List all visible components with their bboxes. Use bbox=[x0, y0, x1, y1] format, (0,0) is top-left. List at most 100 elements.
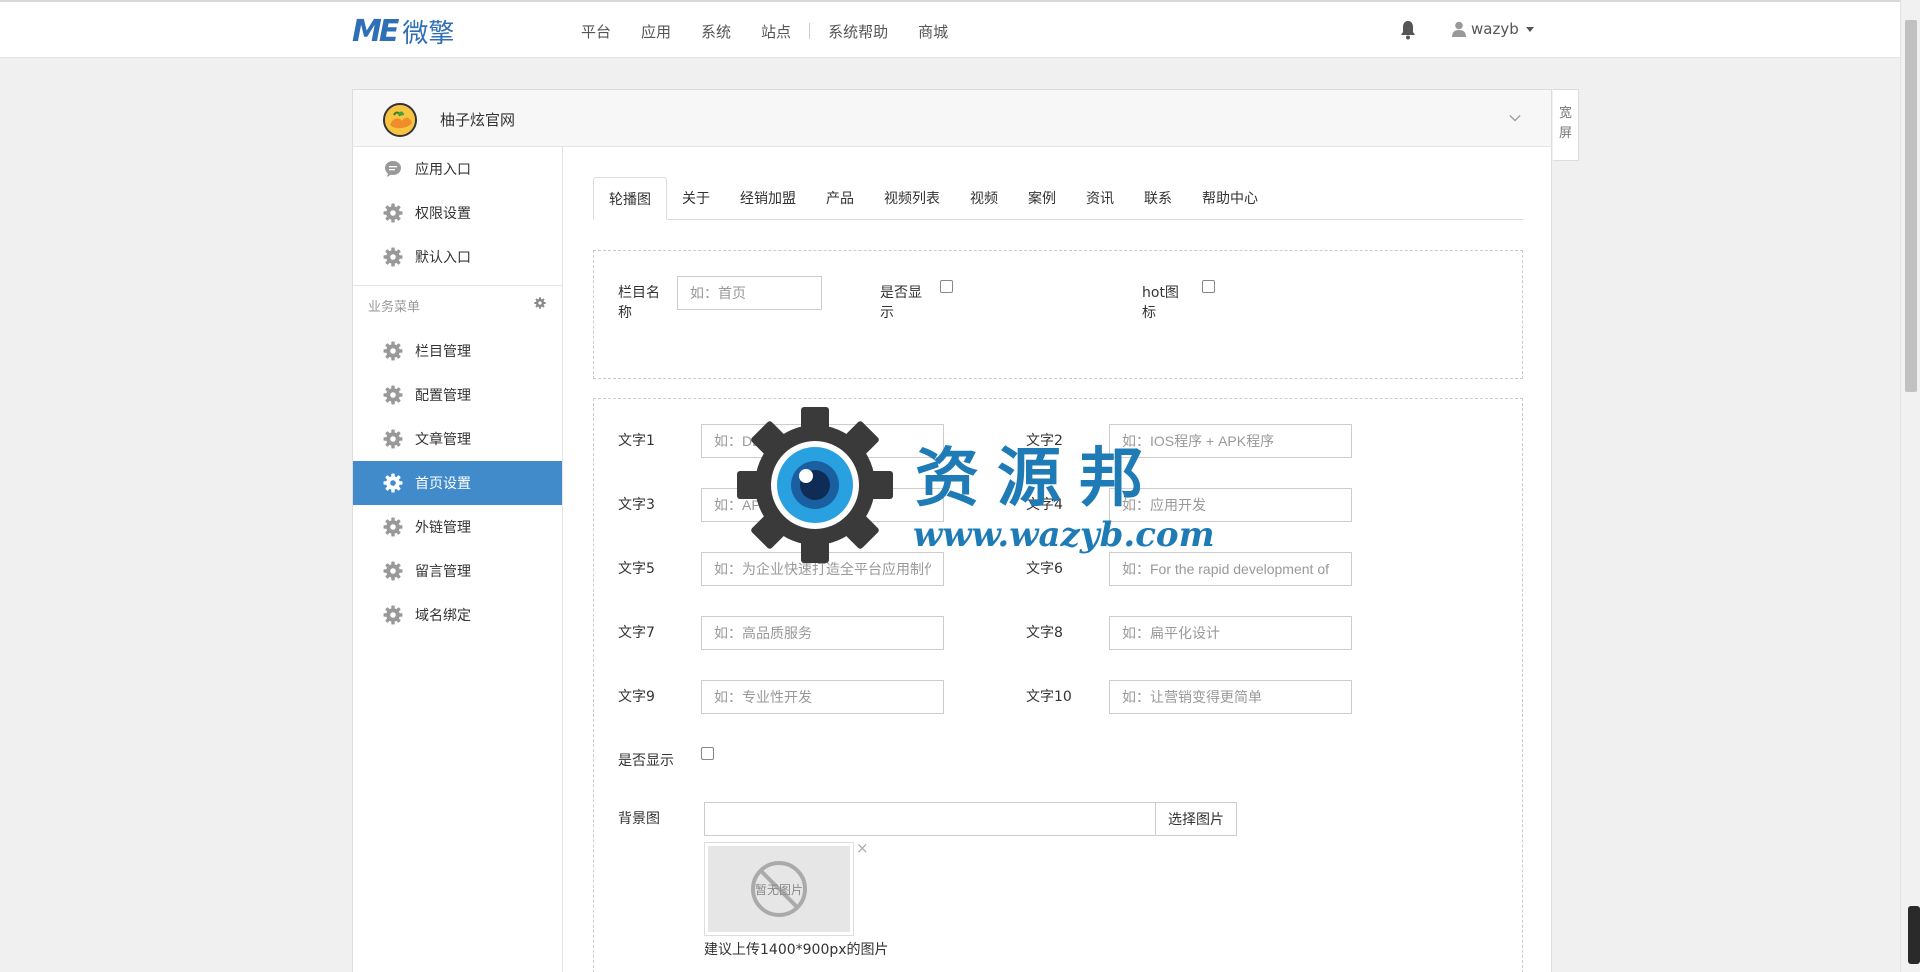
tab-video-list[interactable]: 视频列表 bbox=[869, 176, 955, 219]
text9-input[interactable] bbox=[701, 680, 944, 714]
nav-link-site[interactable]: 站点 bbox=[761, 21, 791, 42]
no-image-text: 暂无图片 bbox=[754, 882, 803, 897]
text3-input[interactable] bbox=[701, 488, 944, 522]
sidebar-item-link-manage[interactable]: 外链管理 bbox=[353, 505, 562, 549]
text2-label: 文字2 bbox=[1026, 433, 1063, 449]
sidebar-item-label: 留言管理 bbox=[415, 564, 471, 580]
sidebar-item-article-manage[interactable]: 文章管理 bbox=[353, 417, 562, 461]
user-icon bbox=[1452, 21, 1466, 37]
site-name: 柚子炫官网 bbox=[440, 111, 516, 129]
sidebar-item-label: 栏目管理 bbox=[415, 344, 471, 360]
text1-label: 文字1 bbox=[618, 433, 655, 449]
tab-help-center[interactable]: 帮助中心 bbox=[1187, 176, 1273, 219]
select-image-button[interactable]: 选择图片 bbox=[1155, 802, 1237, 836]
sidebar-item-homepage-settings[interactable]: 首页设置 bbox=[353, 461, 562, 505]
tab-news[interactable]: 资讯 bbox=[1071, 176, 1129, 219]
text10-input[interactable] bbox=[1109, 680, 1352, 714]
sidebar-item-default-entry[interactable]: 默认入口 bbox=[353, 235, 562, 279]
text6-input[interactable] bbox=[1109, 552, 1352, 586]
text7-input[interactable] bbox=[701, 616, 944, 650]
gear-icon bbox=[383, 473, 403, 493]
tab-cases[interactable]: 案例 bbox=[1013, 176, 1071, 219]
tab-video[interactable]: 视频 bbox=[955, 176, 1013, 219]
sidebar-item-label: 配置管理 bbox=[415, 388, 471, 404]
sidebar-item-message-manage[interactable]: 留言管理 bbox=[353, 549, 562, 593]
sidebar-item-label: 默认入口 bbox=[415, 250, 471, 266]
text6-label: 文字6 bbox=[1026, 561, 1063, 577]
tab-products[interactable]: 产品 bbox=[811, 176, 869, 219]
main-panel: 柚子炫官网 应用入口 权限设置 默认入口 业务菜单 栏目管理 配置管理 文章管理… bbox=[352, 89, 1552, 972]
chevron-down-icon[interactable] bbox=[1509, 112, 1521, 124]
column-name-label: 栏目名称 bbox=[618, 285, 660, 321]
column-name-input[interactable] bbox=[677, 276, 822, 310]
tab-dealer[interactable]: 经销加盟 bbox=[725, 176, 811, 219]
image-preview-placeholder: 暂无图片 bbox=[708, 846, 850, 932]
carousel-text-box: 文字1 文字2 文字3 文字4 文字5 文字6 文字7 文字8 文字9 文字10… bbox=[593, 398, 1523, 972]
tab-about[interactable]: 关于 bbox=[667, 176, 725, 219]
column-settings-box: 栏目名称 是否显示 hot图标 bbox=[593, 250, 1523, 379]
sidebar-item-column-manage[interactable]: 栏目管理 bbox=[353, 329, 562, 373]
sidebar-item-domain-binding[interactable]: 域名绑定 bbox=[353, 593, 562, 637]
sidebar-divider bbox=[353, 285, 562, 286]
chevron-down-icon bbox=[1525, 26, 1534, 32]
hot-icon-label: hot图标 bbox=[1142, 285, 1179, 321]
show-checkbox[interactable] bbox=[940, 280, 953, 293]
text5-input[interactable] bbox=[701, 552, 944, 586]
logo[interactable]: ME 微擎 bbox=[352, 13, 455, 49]
gear-icon bbox=[383, 517, 403, 537]
text3-label: 文字3 bbox=[618, 497, 655, 513]
nav-divider bbox=[809, 23, 811, 39]
show-label: 是否显示 bbox=[618, 753, 674, 769]
text10-label: 文字10 bbox=[1026, 689, 1072, 705]
tab-contact[interactable]: 联系 bbox=[1129, 176, 1187, 219]
sidebar-item-label: 域名绑定 bbox=[415, 608, 471, 624]
nav-link-apps[interactable]: 应用 bbox=[641, 21, 671, 42]
close-icon[interactable]: × bbox=[856, 839, 869, 857]
text5-label: 文字5 bbox=[618, 561, 655, 577]
show-label: 是否显示 bbox=[880, 285, 922, 321]
tab-bar: 轮播图 关于 经销加盟 产品 视频列表 视频 案例 资讯 联系 帮助中心 bbox=[593, 177, 1523, 220]
logo-text: 微擎 bbox=[402, 18, 455, 49]
nav-link-store[interactable]: 商城 bbox=[918, 21, 948, 42]
sidebar-item-label: 应用入口 bbox=[415, 162, 471, 178]
sidebar-item-label: 外链管理 bbox=[415, 520, 471, 536]
sidebar-group-title: 业务菜单 bbox=[368, 300, 421, 315]
text9-label: 文字9 bbox=[618, 689, 655, 705]
text4-input[interactable] bbox=[1109, 488, 1352, 522]
gear-icon bbox=[383, 247, 403, 267]
sidebar-item-app-entry[interactable]: 应用入口 bbox=[353, 147, 562, 191]
page-scrollbar[interactable] bbox=[1900, 0, 1920, 972]
gear-icon bbox=[383, 561, 403, 581]
sidebar-item-config-manage[interactable]: 配置管理 bbox=[353, 373, 562, 417]
upload-hint: 建议上传1400*900px的图片 bbox=[704, 942, 889, 958]
image-preview: 暂无图片 bbox=[704, 842, 854, 936]
scrollbar-thumb[interactable] bbox=[1905, 20, 1917, 392]
text1-input[interactable] bbox=[701, 424, 944, 458]
sidebar-item-permissions[interactable]: 权限设置 bbox=[353, 191, 562, 235]
sidebar-item-label: 文章管理 bbox=[415, 432, 471, 448]
gear-icon bbox=[383, 429, 403, 449]
gear-icon[interactable] bbox=[534, 297, 546, 309]
bell-icon[interactable] bbox=[1400, 20, 1416, 40]
text8-input[interactable] bbox=[1109, 616, 1352, 650]
nav-link-system[interactable]: 系统 bbox=[701, 21, 731, 42]
gear-icon bbox=[383, 203, 403, 223]
gear-icon bbox=[383, 385, 403, 405]
tab-carousel[interactable]: 轮播图 bbox=[593, 177, 667, 220]
username: wazyb bbox=[1471, 20, 1519, 38]
show-checkbox[interactable] bbox=[701, 747, 714, 760]
text2-input[interactable] bbox=[1109, 424, 1352, 458]
sidebar: 应用入口 权限设置 默认入口 业务菜单 栏目管理 配置管理 文章管理 首页设置 bbox=[353, 147, 563, 972]
text7-label: 文字7 bbox=[618, 625, 655, 641]
background-image-label: 背景图 bbox=[618, 811, 660, 827]
background-image-input[interactable] bbox=[704, 802, 1156, 836]
site-avatar bbox=[383, 103, 417, 137]
nav-link-platform[interactable]: 平台 bbox=[581, 21, 611, 42]
wide-screen-toggle[interactable]: 宽屏 bbox=[1553, 89, 1579, 161]
sidebar-item-label: 首页设置 bbox=[415, 476, 471, 492]
logo-mark: ME bbox=[352, 13, 399, 49]
hot-icon-checkbox[interactable] bbox=[1202, 280, 1215, 293]
user-menu[interactable]: wazyb bbox=[1452, 20, 1534, 38]
nav-link-help[interactable]: 系统帮助 bbox=[828, 21, 888, 42]
floating-widget[interactable] bbox=[1908, 906, 1920, 964]
